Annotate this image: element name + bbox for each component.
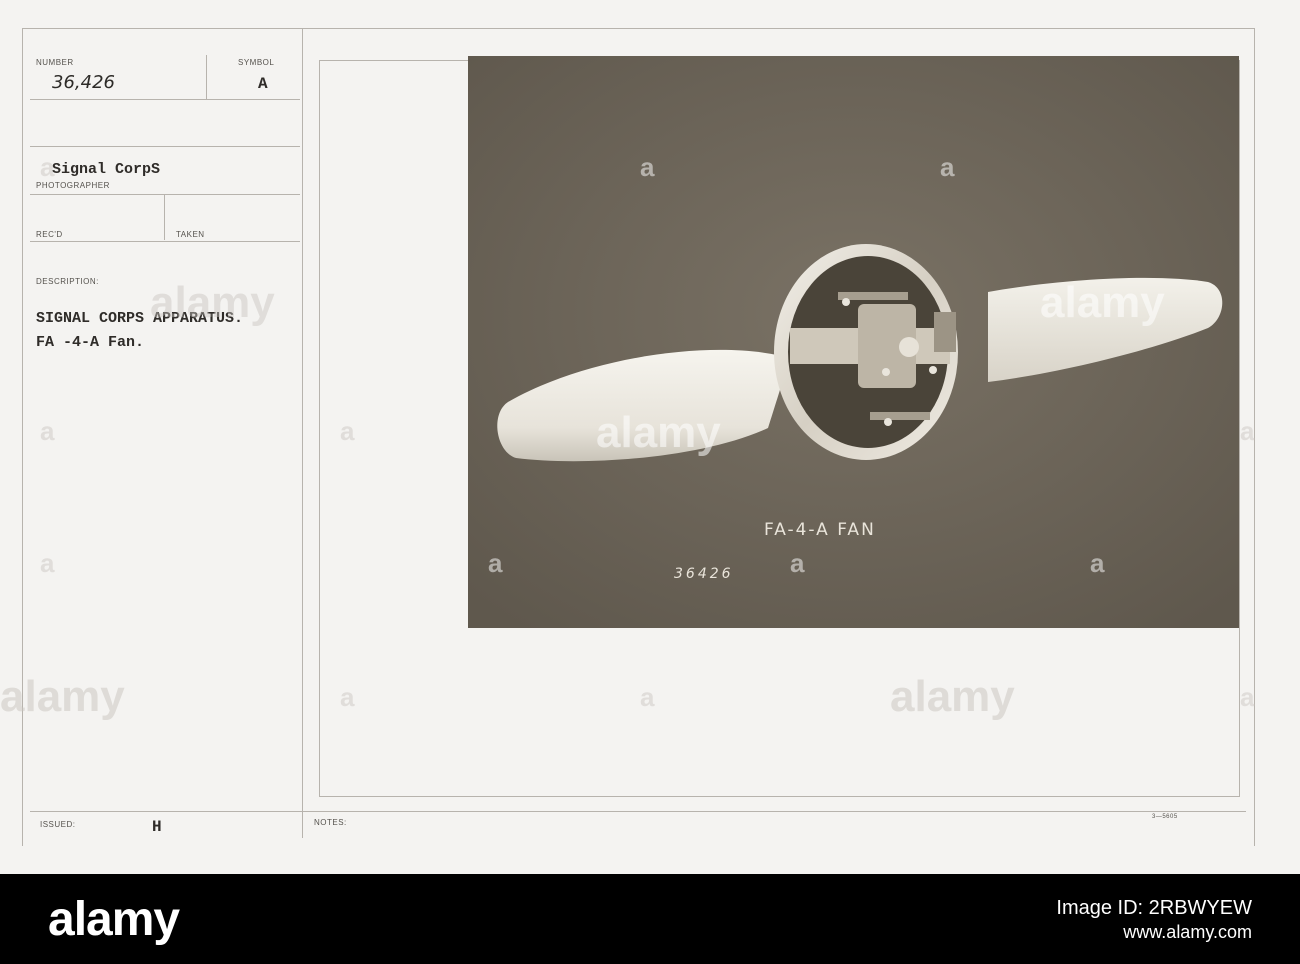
upper-arm — [838, 292, 908, 300]
symbol-value: A — [258, 75, 268, 93]
watermark-3: alamy — [1040, 278, 1165, 327]
rule-number — [30, 99, 300, 100]
watermark-1: alamy — [150, 278, 275, 327]
form-number: 3—5605 — [1152, 814, 1178, 820]
frame-bottom — [319, 796, 1240, 797]
fan-photograph: FA-4-A FAN 36426 — [468, 56, 1239, 628]
notes-label: NOTES: — [314, 818, 347, 827]
bolt-1 — [842, 298, 850, 306]
description-line-2: FA -4-A Fan. — [36, 334, 145, 351]
watermark-glyph-2: a — [40, 416, 55, 446]
rule-recd — [30, 241, 300, 242]
card-left-border — [22, 28, 23, 846]
rule-bottom — [30, 811, 1246, 812]
issued-value: H — [152, 818, 162, 836]
recd-divider — [164, 194, 165, 240]
watermark-glyph-3: a — [40, 548, 55, 578]
watermark-glyph-12: a — [790, 548, 805, 578]
issued-label: ISSUED: — [40, 820, 76, 829]
bolt-2 — [882, 368, 890, 376]
description-label: DESCRIPTION: — [36, 277, 99, 286]
rule-photographer — [30, 194, 300, 195]
number-label: NUMBER — [36, 58, 74, 67]
watermark-4: alamy — [0, 672, 125, 721]
watermark-glyph-13: a — [1090, 548, 1105, 578]
watermark-glyph-11: a — [488, 548, 503, 578]
recd-label: REC'D — [36, 230, 63, 239]
number-value: 36,426 — [52, 72, 115, 93]
watermark-glyph-7: a — [1240, 416, 1255, 446]
taken-label: TAKEN — [176, 230, 205, 239]
bolt-4 — [929, 366, 937, 374]
watermark-glyph-1: a — [40, 152, 55, 182]
watermark-2: alamy — [596, 408, 721, 457]
record-card: NUMBER 36,426 SYMBOL A Signal CorpS PHOT… — [0, 0, 1300, 874]
image-info: Image ID: 2RBWYEW www.alamy.com — [1056, 896, 1252, 944]
hub-hole — [899, 337, 919, 357]
watermark-glyph-10: a — [940, 152, 955, 182]
lower-arm — [870, 412, 930, 420]
image-id: Image ID: 2RBWYEW — [1056, 897, 1252, 919]
rule-header — [30, 146, 300, 147]
watermark-glyph-8: a — [1240, 682, 1255, 712]
watermark-glyph-6: a — [640, 682, 655, 712]
frame-left — [319, 60, 320, 796]
symbol-divider — [206, 55, 207, 99]
symbol-label: SYMBOL — [238, 58, 275, 67]
watermark-glyph-5: a — [340, 682, 355, 712]
left-column-divider — [302, 28, 303, 838]
bolt-3 — [884, 418, 892, 426]
watermark-glyph-9: a — [640, 152, 655, 182]
card-top-border — [22, 28, 1254, 29]
photographer-value: Signal CorpS — [52, 161, 161, 178]
photo-caption: FA-4-A FAN — [764, 520, 876, 540]
watermark-5: alamy — [890, 672, 1015, 721]
negative-number: 36426 — [674, 566, 734, 582]
gear-block — [934, 312, 956, 352]
alamy-logo: alamy — [48, 893, 180, 946]
site-link[interactable]: www.alamy.com — [1056, 920, 1252, 944]
fan-illustration — [468, 56, 1239, 628]
stock-footer: alamy Image ID: 2RBWYEW www.alamy.com — [0, 874, 1300, 964]
watermark-glyph-4: a — [340, 416, 355, 446]
